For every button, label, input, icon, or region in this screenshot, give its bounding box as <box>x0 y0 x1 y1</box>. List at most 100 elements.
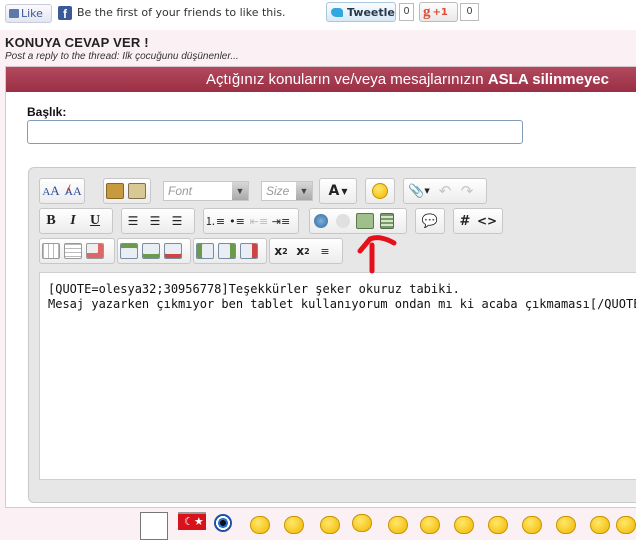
smiley-icon[interactable] <box>522 516 542 534</box>
delete-column-icon[interactable] <box>238 240 260 262</box>
twitter-bird-icon <box>331 7 343 17</box>
smiley-icon[interactable] <box>420 516 440 534</box>
title-label: Başlık: <box>27 105 67 119</box>
align-left-icon[interactable]: ☰ <box>122 210 144 232</box>
chevron-down-icon: ▼ <box>296 182 312 200</box>
page-title: KONUYA CEVAP VER ! <box>5 35 149 50</box>
smiley-strip: ☾★ <box>0 508 636 540</box>
delete-table-icon[interactable] <box>84 240 106 262</box>
undo-icon[interactable]: ↶ <box>434 180 456 202</box>
bold-button[interactable]: B <box>40 210 62 232</box>
smiley-button[interactable] <box>365 178 395 204</box>
table-properties-icon[interactable] <box>62 240 84 262</box>
banner-bold-text: ASLA silinmeyec <box>487 71 609 88</box>
smiley-icon[interactable] <box>488 516 508 534</box>
underline-button[interactable]: U <box>84 210 106 232</box>
insert-link-icon[interactable] <box>310 210 332 232</box>
paste-icon[interactable] <box>104 180 126 202</box>
turkish-flag-icon[interactable]: ☾★ <box>178 512 206 530</box>
facebook-friends-text: Be the first of your friends to like thi… <box>77 6 286 19</box>
smiley-icon[interactable] <box>250 516 270 534</box>
remove-format-icon[interactable]: AA / <box>62 180 84 202</box>
size-select[interactable]: Size ▼ <box>261 181 313 201</box>
gplus-label: +1 <box>432 6 448 18</box>
smiley-icon[interactable] <box>590 516 610 534</box>
toolbar-group-rows <box>117 238 191 264</box>
toolbar-group-code: # <> <box>453 208 503 234</box>
quote-button[interactable]: 💬 <box>415 208 445 234</box>
insert-column-after-icon[interactable] <box>216 240 238 262</box>
message-editor: AA AA / Font ▼ Size ▼ A ▼ 📎 ▼ ↶ ↷ B I U … <box>28 167 636 503</box>
unordered-list-icon[interactable]: •≡ <box>226 210 248 232</box>
banner-text: Açtığınız konuların ve/veya mesajlarınız… <box>206 71 488 88</box>
smiley-icon[interactable] <box>284 516 304 534</box>
insert-row-after-icon[interactable] <box>140 240 162 262</box>
evil-eye-icon[interactable] <box>214 514 232 532</box>
toolbar-group-list: ⒈≡ •≡ ⇤≡ ⇥≡ <box>203 208 299 234</box>
font-color-icon: A ▼ <box>328 183 348 199</box>
subscript-icon[interactable]: x2 <box>270 240 292 262</box>
paste-word-icon[interactable] <box>126 180 148 202</box>
table-icon[interactable] <box>40 240 62 262</box>
facebook-icon: f <box>58 6 72 21</box>
tweet-button[interactable]: Tweetle <box>326 2 396 22</box>
toolbar-group-align: ☰ ☰ ☰ <box>121 208 195 234</box>
toolbar-group-paste <box>103 178 151 204</box>
like-label: Like <box>21 7 43 20</box>
code-button[interactable]: <> <box>476 210 498 232</box>
google-plus-button[interactable]: g +1 <box>419 2 458 22</box>
smiley-icon[interactable] <box>388 516 408 534</box>
redo-icon[interactable]: ↷ <box>456 180 478 202</box>
superscript-icon[interactable]: x2 <box>292 240 314 262</box>
tweet-count: 0 <box>399 3 414 21</box>
insert-image-icon[interactable] <box>354 210 376 232</box>
toolbar-group-format: AA AA / <box>39 178 85 204</box>
google-plus-icon: g <box>423 3 431 20</box>
toolbar-group-script: x2 x2 ≡ <box>269 238 343 264</box>
attach-icon[interactable]: 📎 ▼ <box>404 180 434 202</box>
title-input[interactable] <box>27 120 523 144</box>
sign-smiley-icon[interactable] <box>140 512 168 540</box>
smiley-icon[interactable] <box>352 514 372 532</box>
message-line: Mesaj yazarken çıkmıyor ben tablet kulla… <box>48 297 636 311</box>
delete-row-icon[interactable] <box>162 240 184 262</box>
facebook-like-button[interactable]: Like <box>5 4 52 23</box>
font-select[interactable]: Font ▼ <box>163 181 249 201</box>
align-right-icon[interactable]: ☰ <box>166 210 188 232</box>
horizontal-rule-icon[interactable]: ≡ <box>314 240 336 262</box>
hash-button[interactable]: # <box>454 210 476 232</box>
gplus-count: 0 <box>460 3 479 21</box>
toolbar-group-columns <box>193 238 267 264</box>
toolbar-group-insert <box>309 208 407 234</box>
size-select-value: Size <box>266 184 290 198</box>
insert-video-icon[interactable] <box>376 210 398 232</box>
insert-row-before-icon[interactable] <box>118 240 140 262</box>
font-color-button[interactable]: A ▼ <box>319 178 357 204</box>
smiley-icon[interactable] <box>556 516 576 534</box>
ordered-list-icon[interactable]: ⒈≡ <box>204 210 226 232</box>
change-text-case-icon[interactable]: AA <box>40 180 62 202</box>
toolbar-group-table <box>39 238 115 264</box>
chevron-down-icon: ▼ <box>232 182 248 200</box>
indent-icon[interactable]: ⇥≡ <box>270 210 292 232</box>
insert-column-before-icon[interactable] <box>194 240 216 262</box>
smiley-icon[interactable] <box>320 516 340 534</box>
toolbar-group-attach: 📎 ▼ ↶ ↷ <box>403 178 487 204</box>
toolbar-group-style: B I U <box>39 208 113 234</box>
outdent-icon[interactable]: ⇤≡ <box>248 210 270 232</box>
smiley-icon <box>366 180 394 202</box>
smiley-icon[interactable] <box>454 516 474 534</box>
rules-banner: Açtığınız konuların ve/veya mesajlarınız… <box>6 67 636 92</box>
remove-link-icon[interactable] <box>332 210 354 232</box>
social-bar: Like f Be the first of your friends to l… <box>0 0 636 30</box>
thumbs-up-icon <box>9 9 19 18</box>
font-select-value: Font <box>168 184 193 198</box>
quote-icon: 💬 <box>421 213 439 229</box>
italic-button[interactable]: I <box>62 210 84 232</box>
tweet-label: Tweetle <box>347 5 395 19</box>
reply-panel: Açtığınız konuların ve/veya mesajlarınız… <box>5 66 636 508</box>
align-center-icon[interactable]: ☰ <box>144 210 166 232</box>
annotation-arrow-icon <box>357 235 397 274</box>
message-textarea[interactable]: [QUOTE=olesya32;30956778]Teşekkürler şek… <box>39 272 636 480</box>
smiley-icon[interactable] <box>616 516 636 534</box>
